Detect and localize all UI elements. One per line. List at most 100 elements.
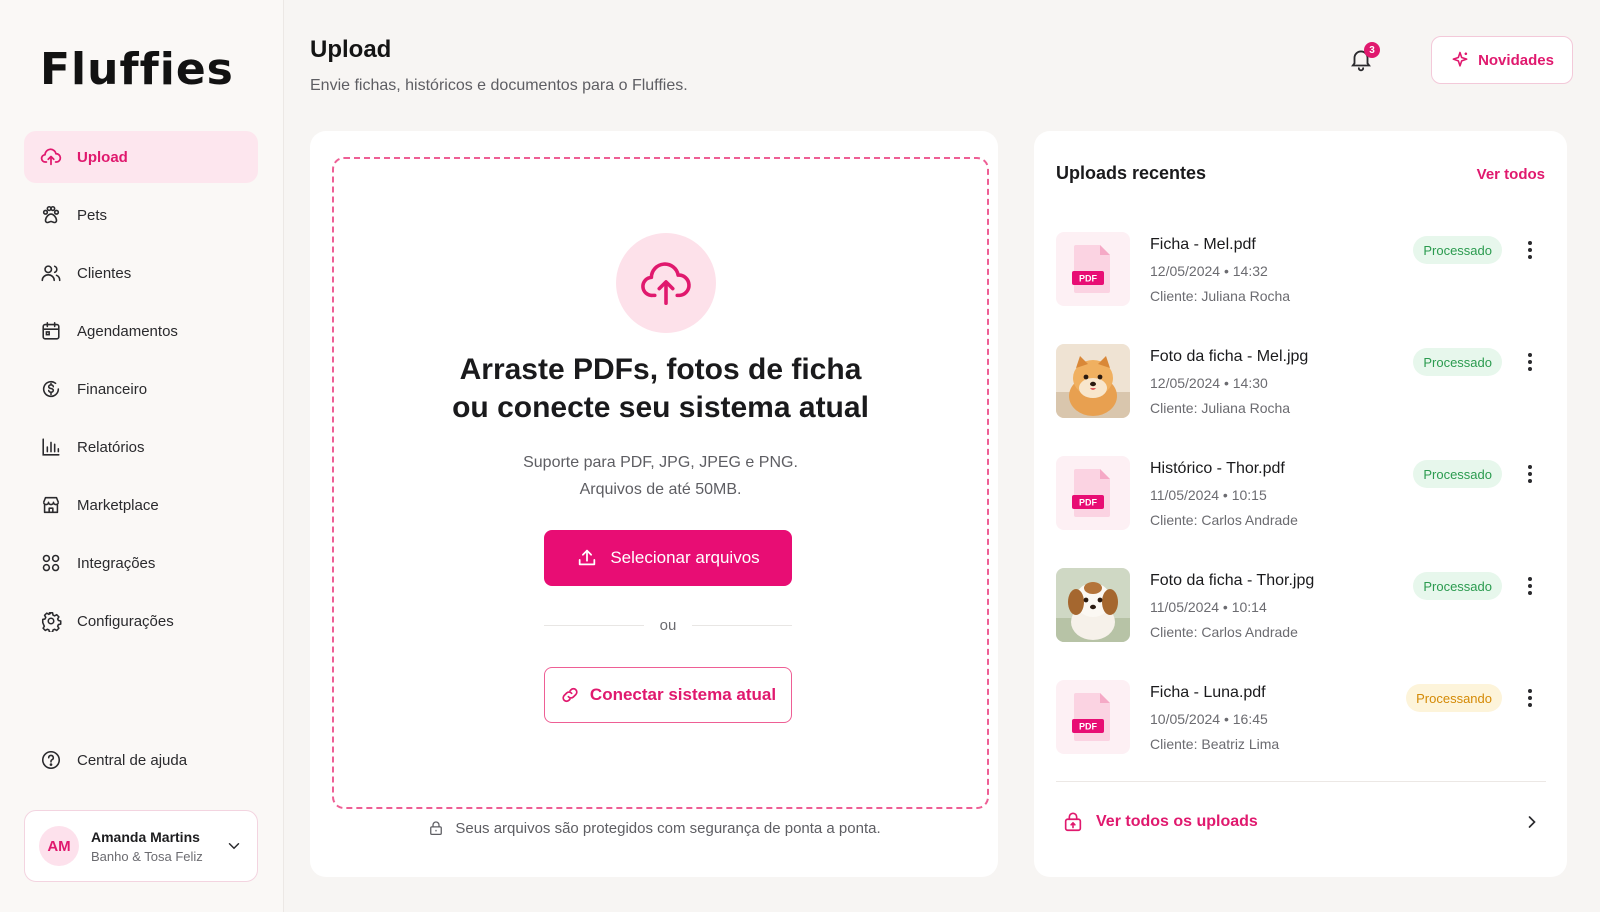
sidebar-item-label: Marketplace	[77, 496, 159, 514]
sidebar-item-label: Configurações	[77, 612, 174, 630]
sidebar-item-label: Pets	[77, 206, 108, 224]
recent-uploads-title: Uploads recentes	[1056, 163, 1207, 183]
store-icon	[42, 496, 60, 514]
dropzone-title-line2: ou conecte seu sistema atual	[452, 391, 869, 424]
more-options-icon[interactable]	[1520, 462, 1540, 486]
shih-tzu-photo	[1056, 568, 1130, 642]
pomeranian-photo	[1056, 344, 1130, 418]
file-client: Cliente: Beatriz Lima	[1150, 736, 1280, 752]
sidebar-item-configuracoes[interactable]: Configurações	[24, 595, 258, 647]
file-date: 11/05/2024 • 10:14	[1150, 599, 1267, 615]
file-date: 12/05/2024 • 14:30	[1150, 375, 1268, 391]
pdf-file-icon: PDF	[1072, 693, 1110, 741]
select-files-button[interactable]: Selecionar arquivos	[544, 530, 792, 586]
pdf-badge-text: PDF	[1079, 498, 1098, 508]
recent-uploads-panel: Uploads recentes Ver todos PDF Ficha - M…	[1034, 131, 1567, 877]
file-name: Foto da ficha - Thor.jpg	[1150, 572, 1315, 589]
sidebar-item-label: Integrações	[77, 554, 156, 572]
status-badge: Processado	[1413, 236, 1502, 264]
file-client: Cliente: Juliana Rocha	[1150, 288, 1291, 304]
file-name: Foto da ficha - Mel.jpg	[1150, 348, 1309, 365]
file-name: Histórico - Thor.pdf	[1150, 460, 1285, 477]
file-client: Cliente: Carlos Andrade	[1150, 624, 1298, 640]
help-center-link[interactable]: Central de ajuda	[24, 736, 258, 784]
pdf-thumbnail: PDF	[1056, 456, 1130, 530]
connect-system-button[interactable]: Conectar sistema atual	[544, 667, 792, 723]
dollar-icon	[42, 380, 60, 398]
list-item[interactable]: PDF Ficha - Mel.pdf 12/05/2024 • 14:32 C…	[1056, 232, 1546, 344]
sparkle-icon	[1452, 51, 1468, 67]
sidebar-item-label: Clientes	[77, 264, 132, 282]
more-options-icon[interactable]	[1520, 686, 1540, 710]
avatar: AM	[39, 826, 79, 866]
select-files-label: Selecionar arquivos	[610, 548, 760, 567]
list-item[interactable]: PDF Ficha - Luna.pdf 10/05/2024 • 16:45 …	[1056, 680, 1546, 792]
notification-badge: 3	[1364, 42, 1380, 58]
upload-illustration	[616, 233, 716, 333]
dropzone[interactable]: Arraste PDFs, fotos de ficha ou conecte …	[332, 157, 989, 809]
or-divider: ou	[544, 615, 792, 635]
integrations-icon	[42, 554, 60, 572]
pdf-file-icon: PDF	[1072, 245, 1110, 293]
pdf-badge-text: PDF	[1079, 274, 1098, 284]
status-badge: Processado	[1413, 572, 1502, 600]
status-badge: Processado	[1413, 348, 1502, 376]
list-item[interactable]: Foto da ficha - Thor.jpg 11/05/2024 • 10…	[1056, 568, 1546, 680]
link-icon	[562, 687, 578, 703]
sidebar-item-marketplace[interactable]: Marketplace	[24, 479, 258, 531]
sidebar-item-pets[interactable]: Pets	[24, 189, 258, 241]
more-options-icon[interactable]	[1520, 350, 1540, 374]
sidebar-item-agendamentos[interactable]: Agendamentos	[24, 305, 258, 357]
see-all-link[interactable]: Ver todos	[1477, 166, 1545, 183]
list-item[interactable]: PDF Histórico - Thor.pdf 11/05/2024 • 10…	[1056, 456, 1546, 568]
sidebar-item-financeiro[interactable]: Financeiro	[24, 363, 258, 415]
dropzone-title: Arraste PDFs, fotos de ficha ou conecte …	[334, 351, 987, 427]
dropzone-support: Suporte para PDF, JPG, JPEG e PNG. Arqui…	[334, 449, 987, 503]
sidebar-item-clientes[interactable]: Clientes	[24, 247, 258, 299]
connect-system-label: Conectar sistema atual	[589, 685, 777, 704]
pdf-thumbnail: PDF	[1056, 680, 1130, 754]
photo-thumbnail	[1056, 344, 1130, 418]
security-note: Seus arquivos são protegidos com seguran…	[310, 819, 998, 837]
help-icon	[41, 750, 61, 770]
sidebar-item-upload[interactable]: Upload	[24, 131, 258, 183]
paw-icon	[42, 205, 60, 224]
support-size: Arquivos de até 50MB.	[579, 481, 742, 498]
upload-panel: Arraste PDFs, fotos de ficha ou conecte …	[310, 131, 998, 877]
sidebar-item-label: Agendamentos	[77, 322, 178, 340]
file-name: Ficha - Luna.pdf	[1150, 684, 1266, 701]
cloud-upload-icon	[40, 148, 62, 166]
see-all-uploads-link[interactable]: Ver todos os uploads	[1056, 781, 1546, 861]
or-text: ou	[659, 616, 677, 634]
see-all-uploads-label: Ver todos os uploads	[1096, 812, 1258, 830]
user-shop: Banho & Tosa Feliz	[91, 848, 203, 864]
file-date: 12/05/2024 • 14:32	[1150, 263, 1268, 279]
brand-logo[interactable]: Fluffies	[40, 44, 234, 95]
calendar-icon	[42, 321, 60, 340]
chevron-down-icon[interactable]	[225, 837, 243, 855]
more-options-icon[interactable]	[1520, 574, 1540, 598]
more-options-icon[interactable]	[1520, 238, 1540, 262]
list-item[interactable]: Foto da ficha - Mel.jpg 12/05/2024 • 14:…	[1056, 344, 1546, 456]
dropzone-title-line1: Arraste PDFs, fotos de ficha	[459, 353, 862, 386]
support-formats: Suporte para PDF, JPG, JPEG e PNG.	[523, 454, 798, 471]
sidebar-item-relatorios[interactable]: Relatórios	[24, 421, 258, 473]
status-badge: Processando	[1406, 684, 1502, 712]
photo-thumbnail	[1056, 568, 1130, 642]
divider-line	[544, 624, 644, 626]
cloud-upload-icon	[641, 262, 691, 306]
file-name: Ficha - Mel.pdf	[1150, 236, 1256, 253]
security-text: Seus arquivos são protegidos com seguran…	[455, 819, 881, 837]
user-menu[interactable]: AM Amanda Martins Banho & Tosa Feliz	[24, 810, 258, 882]
file-client: Cliente: Carlos Andrade	[1150, 512, 1298, 528]
sidebar-item-integracoes[interactable]: Integrações	[24, 537, 258, 589]
bar-chart-icon	[42, 438, 60, 456]
news-button[interactable]: Novidades	[1431, 36, 1573, 84]
help-label: Central de ajuda	[77, 751, 188, 769]
file-date: 10/05/2024 • 16:45	[1150, 711, 1268, 727]
lock-icon	[430, 821, 443, 836]
lock-upload-icon	[1064, 811, 1082, 831]
notifications-button[interactable]: 3	[1348, 42, 1380, 78]
gear-icon	[41, 611, 62, 632]
divider-line	[692, 624, 792, 626]
